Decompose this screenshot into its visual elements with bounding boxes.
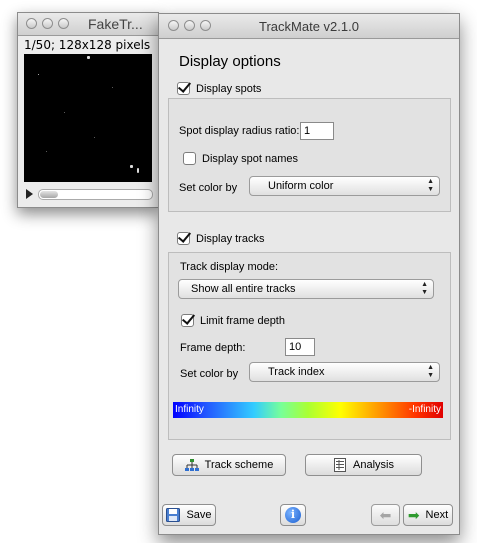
gradient-max-label: -Infinity	[408, 404, 441, 415]
track-color-value: Track index	[268, 366, 325, 378]
floppy-disk-icon	[166, 508, 181, 522]
table-sheet-icon	[333, 458, 347, 472]
limit-frame-depth-checkbox[interactable]: Limit frame depth	[181, 314, 285, 327]
color-gradient-legend: Infinity -Infinity	[173, 402, 443, 418]
image-window-titlebar: FakeTr...	[18, 13, 158, 36]
analysis-button[interactable]: Analysis	[305, 454, 422, 476]
save-button[interactable]: Save	[162, 504, 216, 526]
image-info-label: 1/50; 128x128 pixels	[24, 38, 151, 52]
back-button[interactable]: ⬅	[371, 504, 400, 526]
info-button[interactable]: i	[280, 504, 306, 526]
frame-depth-label: Frame depth:	[180, 342, 246, 354]
tracks-options-panel: Track display mode: Show all entire trac…	[168, 252, 451, 440]
select-arrows-icon: ▲ ▼	[421, 281, 428, 296]
display-spots-label: Display spots	[196, 82, 262, 95]
select-arrows-icon: ▲ ▼	[427, 364, 434, 379]
window-controls	[26, 18, 69, 29]
minimize-window-button[interactable]	[42, 18, 53, 29]
frame-slider-thumb[interactable]	[40, 191, 58, 198]
zoom-window-button[interactable]	[58, 18, 69, 29]
image-canvas[interactable]	[24, 54, 152, 182]
image-window-title: FakeTr...	[88, 16, 143, 32]
spot-radius-label: Spot display radius ratio:	[179, 125, 300, 137]
spot-color-label: Set color by	[179, 182, 238, 194]
tree-scheme-icon	[184, 458, 199, 472]
save-label: Save	[186, 509, 212, 521]
image-window: FakeTr... 1/50; 128x128 pixels	[17, 12, 159, 208]
frame-slider[interactable]	[38, 189, 153, 200]
track-scheme-label: Track scheme	[204, 459, 274, 471]
display-spot-names-checkbox[interactable]: Display spot names	[183, 152, 298, 165]
checkbox-unchecked-icon	[183, 152, 196, 165]
frame-slider-bar	[24, 186, 153, 202]
info-icon: i	[285, 507, 301, 523]
spot-color-value: Uniform color	[268, 180, 334, 192]
trackmate-window-title: TrackMate v2.1.0	[259, 19, 359, 34]
track-mode-value: Show all entire tracks	[191, 283, 296, 295]
gradient-min-label: Infinity	[175, 404, 204, 415]
analysis-label: Analysis	[353, 459, 394, 471]
trackmate-titlebar: TrackMate v2.1.0	[159, 14, 459, 39]
track-mode-select[interactable]: Show all entire tracks ▲ ▼	[178, 279, 434, 299]
track-color-select[interactable]: Track index ▲ ▼	[249, 362, 440, 382]
checkbox-checked-icon	[177, 232, 190, 245]
display-tracks-checkbox[interactable]: Display tracks	[177, 232, 264, 245]
trackmate-window: TrackMate v2.1.0 Display options Display…	[158, 13, 460, 535]
select-arrows-icon: ▲ ▼	[427, 178, 434, 193]
frame-depth-input[interactable]: 10	[285, 338, 315, 356]
track-scheme-button[interactable]: Track scheme	[172, 454, 286, 476]
arrow-left-icon: ⬅	[379, 507, 392, 523]
checkbox-checked-icon	[181, 314, 194, 327]
limit-frame-depth-label: Limit frame depth	[200, 314, 285, 327]
spots-options-panel: Spot display radius ratio: 1 Display spo…	[168, 98, 451, 212]
checkbox-checked-icon	[177, 82, 190, 95]
track-mode-label: Track display mode:	[180, 261, 279, 273]
arrow-right-icon: ➡	[407, 507, 420, 523]
close-window-button[interactable]	[26, 18, 37, 29]
panel-header: Display options	[179, 53, 281, 70]
display-tracks-label: Display tracks	[196, 232, 265, 245]
display-spot-names-label: Display spot names	[202, 152, 298, 165]
display-spots-checkbox[interactable]: Display spots	[177, 82, 261, 95]
next-label: Next	[425, 509, 449, 521]
track-color-label: Set color by	[180, 368, 239, 380]
next-button[interactable]: ➡ Next	[403, 504, 453, 526]
spot-color-select[interactable]: Uniform color ▲ ▼	[249, 176, 440, 196]
spot-radius-input[interactable]: 1	[300, 122, 334, 140]
play-icon[interactable]	[26, 189, 33, 199]
